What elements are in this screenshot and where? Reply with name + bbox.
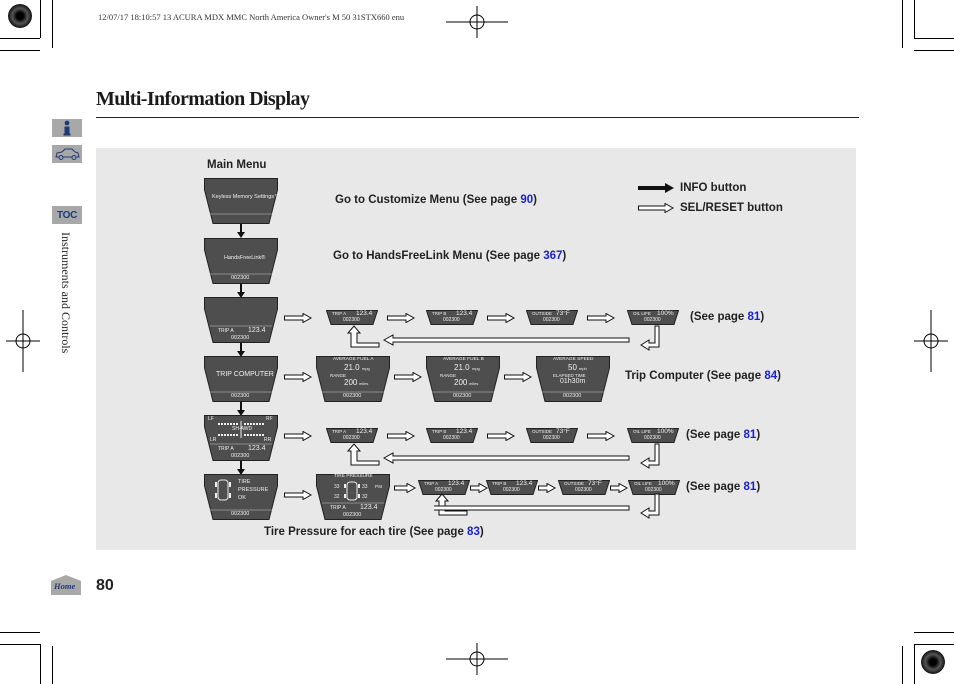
info-arrow-down [237,402,245,416]
toc-button[interactable]: TOC [52,206,82,224]
main-menu-label: Main Menu [207,159,267,171]
crosshair-mark-left [6,310,40,372]
display-keyless-memory: Keyless Memory Settings™ [204,178,280,224]
info-arrow-down [237,343,245,357]
page-link[interactable]: 367 [543,250,562,262]
display-average-fuel-a: AVERAGE FUEL A 21.0 mpg RANGE 200 miles … [316,356,390,402]
sel-arrow-right [284,313,312,323]
crosshair-mark-bottom [446,643,508,675]
return-arrow [346,443,660,469]
info-arrow-down [237,461,245,475]
caption-row3: (See page 81) [690,311,765,323]
caption-row6: (See page 81) [686,481,761,493]
display-trip-a: TRIP A 123.4 002300 [204,297,278,343]
info-arrow-down [237,284,245,298]
legend-info: INFO button [680,182,747,194]
caption-tire-pressure: Tire Pressure for each tire (See page 83… [264,526,484,538]
sel-arrow-right [284,372,312,382]
display-handsfreelink: HandsFreeLink® 002300 [204,238,278,284]
display-average-fuel-b: AVERAGE FUEL B 21.0 mpg RANGE 200 miles … [426,356,500,402]
legend-sel-reset: SEL/RESET button [680,202,783,214]
crop-mark [914,50,954,51]
caption-trip-computer: Trip Computer (See page 84) [625,370,781,382]
sel-arrow-right [284,490,312,500]
sel-arrow-right [487,313,515,323]
home-button[interactable]: Home [51,575,81,595]
display-oil-life: OIL LIFE 100% 002300 [627,310,679,325]
sel-arrow-right [394,483,416,493]
sel-arrow-right [284,431,312,441]
display-trip-a: TRIP A 123.4 002300 [326,428,378,443]
section-label: Instruments and Controls [59,232,73,354]
print-metadata: 12/07/17 18:10:57 13 ACURA MDX MMC North… [98,12,405,22]
sel-arrow-right [387,313,415,323]
display-outside-temp: OUTSIDE 73°F 002300 [526,428,578,443]
title-divider [96,117,859,118]
crop-mark [0,644,40,645]
crop-mark [52,646,53,684]
crop-mark [902,646,903,684]
display-outside-temp: OUTSIDE 73°F 002300 [526,310,578,325]
page-link[interactable]: 81 [744,481,757,493]
crop-mark [914,0,915,38]
display-trip-b: TRIP B 123.4 002300 [426,310,478,325]
sel-arrow-right [387,431,415,441]
display-tire-pressure-ok: TIRE PRESSURE OK 002300 [204,474,278,520]
display-trip-a: TRIP A 123.4 002300 [326,310,378,325]
crop-mark [0,38,40,39]
crosshair-mark-right [914,310,948,372]
info-tab[interactable] [52,119,82,137]
page-title: Multi-Information Display [96,88,310,110]
sel-arrow-right [587,313,615,323]
crop-mark [914,38,954,39]
crop-mark [914,644,954,645]
crop-mark [0,50,40,51]
sel-arrow-right [394,372,422,382]
info-arrow-down [237,224,245,238]
display-tire-pressure-detail: TIRE PRESSURE 33 33 PSI 32 32 TRIP A 123… [316,474,390,520]
info-arrow-icon [638,183,674,193]
crop-mark [902,0,903,48]
info-icon [63,120,71,136]
caption-row5: (See page 81) [686,429,761,441]
registration-mark-bottom-right [921,650,945,674]
crop-mark [52,0,53,48]
page-link[interactable]: 90 [520,194,533,206]
crop-mark [0,632,40,633]
return-arrow [434,493,660,519]
sel-arrow-right [487,431,515,441]
registration-mark-top-left [8,4,32,28]
caption-customize: Go to Customize Menu (See page 90) [335,194,537,206]
sel-reset-arrow-icon [638,203,674,213]
crosshair-mark-top [446,6,508,38]
display-oil-life: OIL LIFE 100% 002300 [627,428,679,443]
page-link[interactable]: 84 [764,370,777,382]
crop-mark [914,632,954,633]
return-arrow [346,325,660,351]
mid-flow-diagram: Main Menu INFO button SEL/RESET button G… [96,148,856,550]
page-link[interactable]: 81 [748,311,761,323]
display-trip-computer: TRIP COMPUTER 002300 [204,356,278,402]
home-label: Home [54,581,76,591]
vehicle-tab[interactable] [52,145,82,163]
page-link[interactable]: 83 [467,526,480,538]
sel-arrow-right [610,483,628,493]
crop-mark [40,644,41,684]
caption-handsfreelink: Go to HandsFreeLink Menu (See page 367) [333,250,567,262]
display-trip-b: TRIP B 123.4 002300 [426,428,478,443]
crop-mark [40,0,41,38]
sel-arrow-right [587,431,615,441]
display-average-speed: AVERAGE SPEED 50 mph ELAPSED TIME 01h30m… [536,356,610,402]
sel-arrow-right [504,372,532,382]
car-icon [55,148,80,160]
sel-arrow-right [538,483,556,493]
page-link[interactable]: 81 [744,429,757,441]
toc-label: TOC [56,209,78,221]
page-number: 80 [96,577,114,594]
crop-mark [914,644,915,684]
display-awd-torque: LF RF SH-AWD LR RR TRIP A 123.4 002300 [204,415,278,461]
